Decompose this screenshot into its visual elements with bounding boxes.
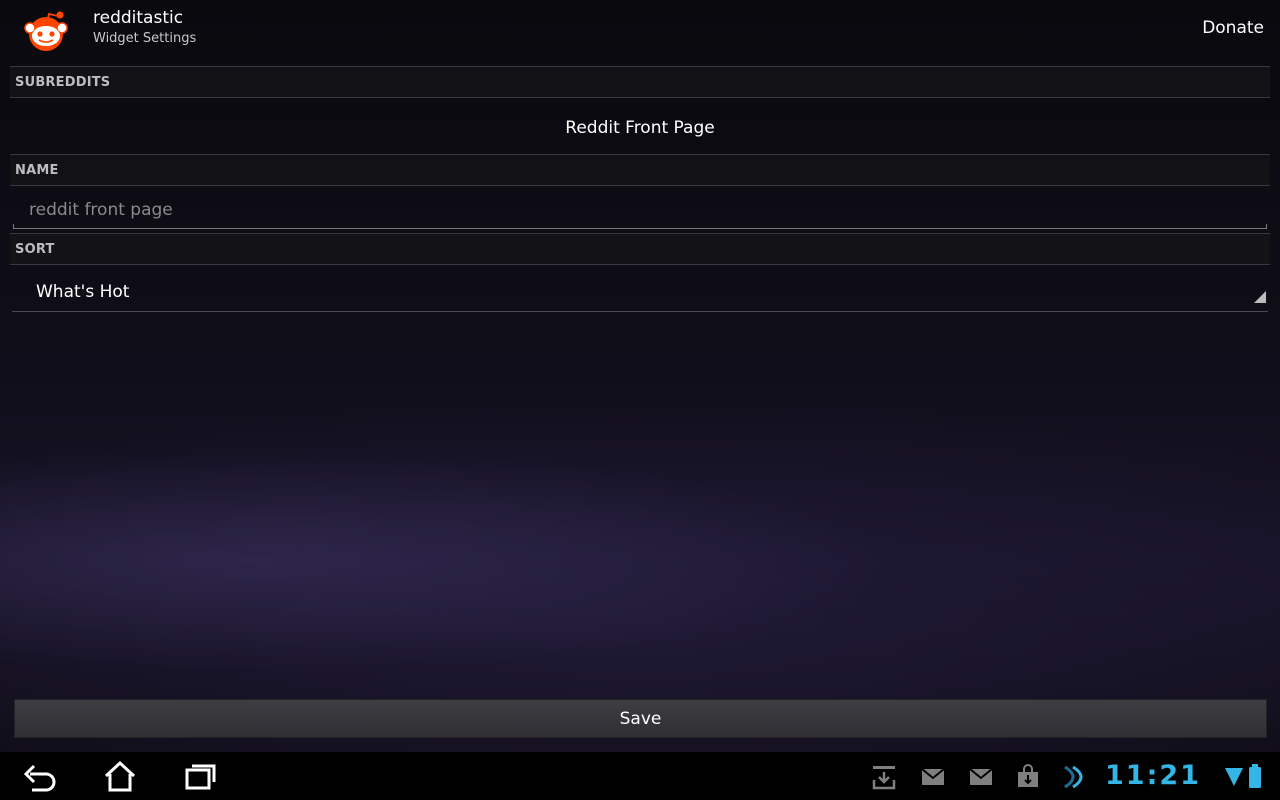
market-icon[interactable] — [1015, 764, 1041, 790]
clock[interactable]: 11:21 — [1105, 760, 1201, 792]
action-bar: redditastic Widget Settings Donate — [0, 0, 1280, 60]
save-button[interactable]: Save — [14, 699, 1267, 738]
home-icon[interactable] — [100, 760, 140, 792]
gmail-icon[interactable] — [968, 764, 994, 790]
wifi-icon — [1224, 764, 1250, 790]
recent-apps-icon[interactable] — [180, 760, 220, 792]
sort-header-label: SORT — [15, 242, 55, 257]
donate-button[interactable]: Donate — [1202, 17, 1264, 39]
download-icon[interactable] — [871, 764, 897, 790]
subreddits-header-label: SUBREDDITS — [15, 75, 111, 90]
app-title: redditastic — [93, 8, 184, 28]
sync-arrow-icon — [1063, 764, 1089, 790]
app-subtitle: Widget Settings — [93, 31, 197, 46]
spinner-triangle-icon — [1254, 291, 1266, 303]
subreddits-section-header: SUBREDDITS — [10, 66, 1270, 98]
reddit-alien-icon[interactable] — [20, 6, 72, 52]
name-section-header: NAME — [10, 154, 1270, 186]
system-bar: 11:21 — [0, 752, 1280, 800]
subreddit-selector[interactable]: Reddit Front Page — [10, 102, 1270, 154]
name-input[interactable] — [13, 192, 1267, 228]
sort-section-header: SORT — [10, 233, 1270, 265]
name-header-label: NAME — [15, 163, 59, 178]
name-input-underline — [13, 224, 1267, 229]
gmail-icon[interactable] — [920, 764, 946, 790]
sort-spinner-value: What's Hot — [36, 282, 130, 302]
back-icon[interactable] — [20, 760, 60, 792]
battery-icon — [1248, 764, 1262, 790]
sort-spinner[interactable]: What's Hot — [12, 272, 1268, 312]
